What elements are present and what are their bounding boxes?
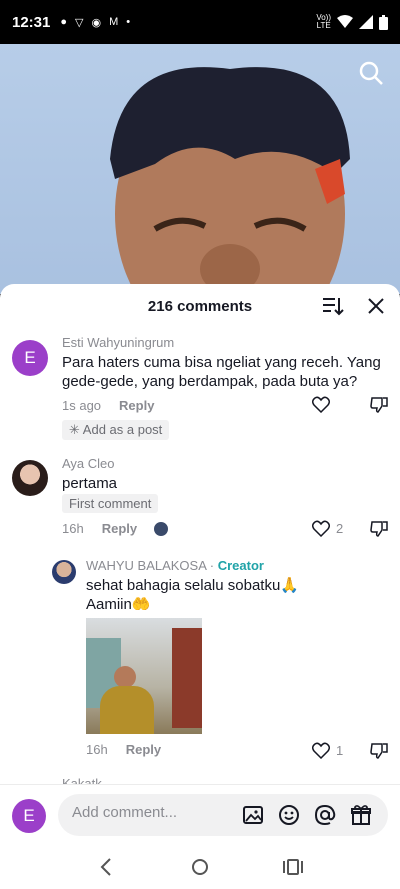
- home-icon[interactable]: [188, 855, 212, 879]
- comment-time: 1s ago: [62, 398, 102, 413]
- search-icon[interactable]: [358, 60, 384, 86]
- comments-sheet: 216 comments E Esti Wahyuningrum Para ha…: [0, 284, 400, 784]
- comment-username[interactable]: Aya Cleo: [62, 456, 115, 471]
- like-icon: [312, 520, 330, 537]
- first-comment-badge: First comment: [62, 494, 159, 513]
- status-bar: 12:31 ● ▽ ◉ M • Vo)) LTE: [0, 0, 400, 44]
- creator-liked-avatar: [152, 520, 170, 538]
- like-count: 2: [336, 521, 344, 536]
- sort-icon[interactable]: [322, 296, 344, 316]
- image-icon[interactable]: [242, 804, 264, 826]
- reply-username[interactable]: WAHYU BALAKOSA · Creator: [86, 558, 264, 573]
- reply-button[interactable]: Reply: [119, 398, 154, 413]
- reply-image[interactable]: [86, 618, 202, 734]
- dot-icon: •: [126, 16, 131, 28]
- lte-indicator: Vo)) LTE: [316, 13, 331, 30]
- reply-time: 16h: [86, 742, 108, 757]
- gift-icon[interactable]: [350, 804, 372, 826]
- system-nav-bar: [0, 844, 400, 889]
- comment-input[interactable]: [72, 804, 232, 821]
- comment-username[interactable]: Esti Wahyuningrum: [62, 335, 174, 350]
- battery-icon: [379, 14, 388, 30]
- like-icon[interactable]: [312, 396, 330, 413]
- sheet-header: 216 comments: [0, 284, 400, 328]
- gmail-icon: M: [109, 16, 119, 28]
- like-icon: [312, 742, 330, 759]
- reply-item: WAHYU BALAKOSA · Creator sehat bahagia s…: [0, 556, 400, 766]
- messenger-icon: ◉: [91, 16, 102, 29]
- avatar[interactable]: [52, 560, 76, 584]
- reply-button[interactable]: Reply: [102, 521, 137, 536]
- reply-text-line1: sehat bahagia selalu sobatku🙏: [86, 577, 299, 594]
- dislike-icon[interactable]: [370, 742, 388, 759]
- vpn-icon: ▽: [75, 16, 84, 29]
- add-as-post-button[interactable]: ✳ Add as a post: [62, 420, 170, 440]
- mention-icon[interactable]: [314, 804, 336, 826]
- wifi-icon: [337, 15, 353, 28]
- reply-button[interactable]: Reply: [126, 742, 161, 757]
- comment-meta: 1s ago Reply: [62, 398, 154, 413]
- recents-icon[interactable]: [281, 855, 305, 879]
- video-frame-face: [110, 67, 350, 294]
- dislike-icon[interactable]: [370, 396, 388, 413]
- comment-input-pill: [58, 794, 388, 836]
- signal-icon: [359, 15, 373, 29]
- comment-text: pertama: [62, 475, 118, 492]
- user-avatar[interactable]: E: [12, 799, 46, 833]
- comment-time: 16h: [62, 521, 84, 536]
- close-icon[interactable]: [366, 296, 386, 316]
- reply-text-line2: Aamiin🤲: [86, 596, 151, 613]
- like-button[interactable]: 2: [312, 520, 343, 537]
- dislike-icon[interactable]: [370, 520, 388, 537]
- avatar[interactable]: [12, 460, 48, 496]
- video-player[interactable]: [0, 44, 400, 294]
- emoji-icon[interactable]: [278, 804, 300, 826]
- comment-text: Para haters cuma bisa ngeliat yang receh…: [62, 354, 381, 390]
- sparkle-icon: ✳: [69, 422, 83, 437]
- like-button[interactable]: 1: [312, 742, 343, 759]
- avatar[interactable]: E: [12, 340, 48, 376]
- chat-icon: ●: [60, 16, 68, 28]
- comment-item: Aya Cleo pertama First comment 16h Reply…: [0, 454, 400, 544]
- reply-meta: 16h Reply: [86, 742, 161, 757]
- comment-meta: 16h Reply: [62, 521, 137, 536]
- comment-input-bar: E: [0, 784, 400, 844]
- back-icon[interactable]: [95, 855, 119, 879]
- comment-item: E Esti Wahyuningrum Para haters cuma bis…: [0, 328, 400, 448]
- creator-badge: Creator: [217, 558, 264, 573]
- status-time: 12:31: [12, 13, 51, 31]
- comments-count-title: 216 comments: [147, 297, 253, 315]
- like-count: 1: [336, 743, 344, 758]
- partial-next-username: Kakatk...: [62, 776, 113, 784]
